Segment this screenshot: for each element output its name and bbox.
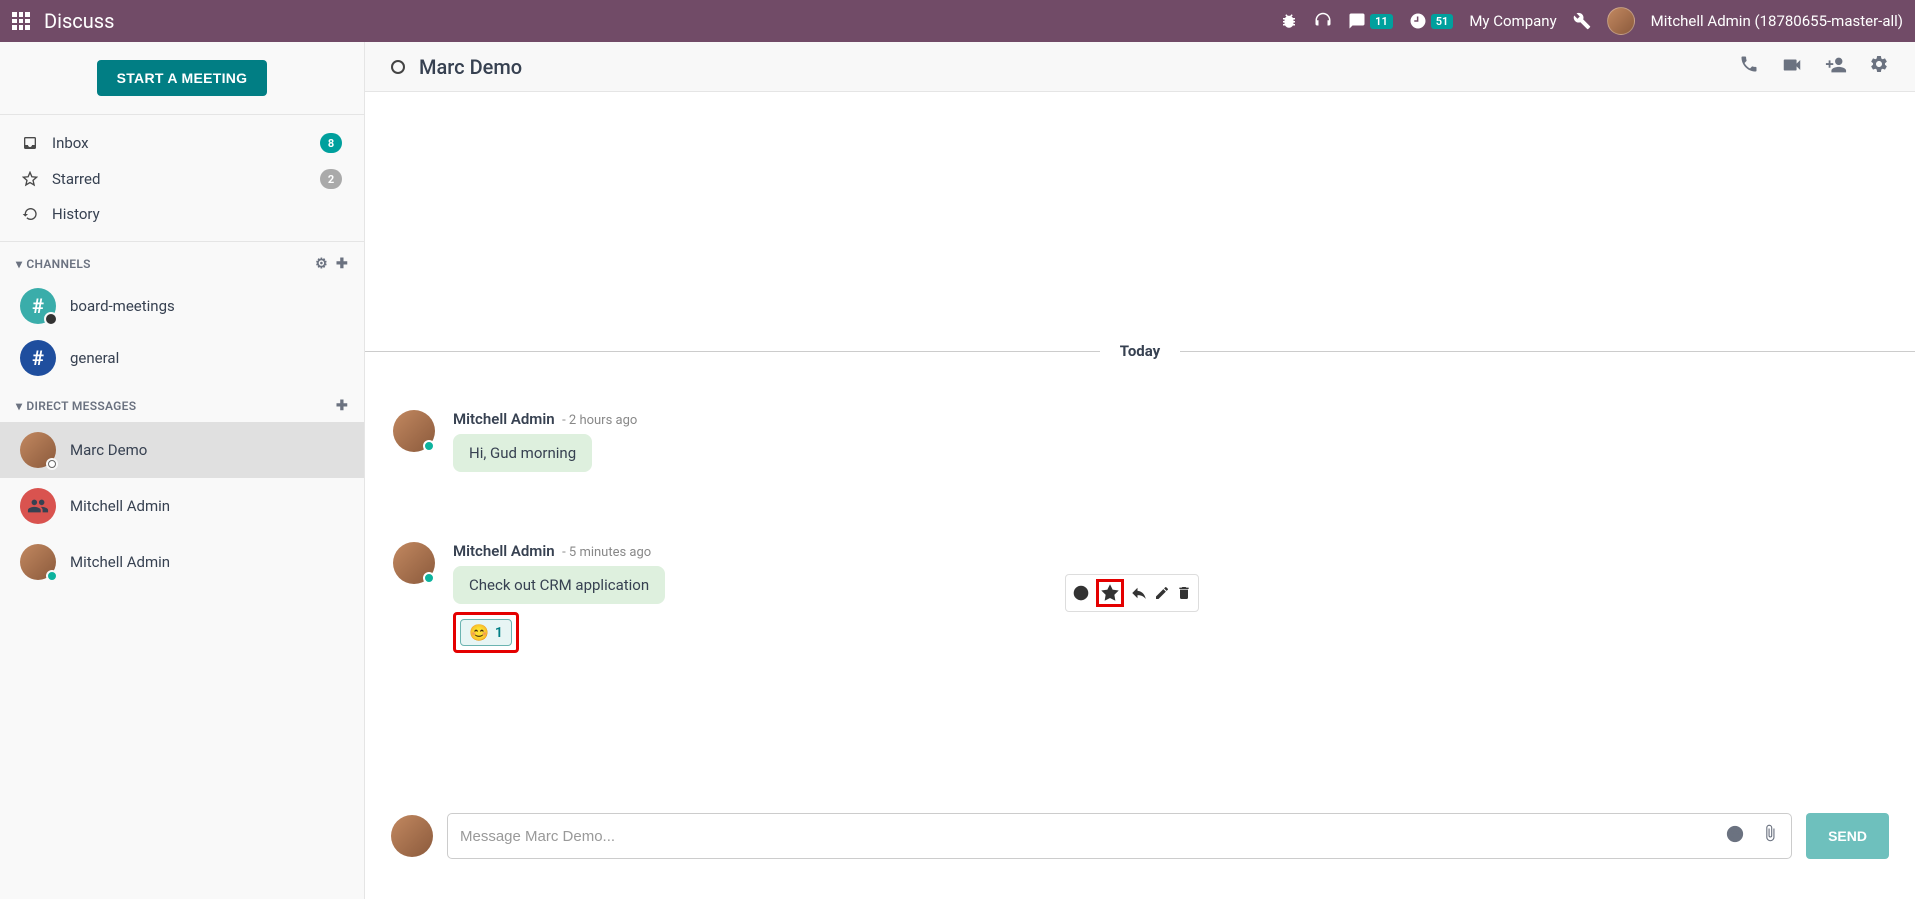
phone-headset-icon[interactable] [1314, 12, 1332, 30]
video-icon[interactable] [1781, 54, 1803, 80]
message-avatar[interactable] [393, 542, 435, 584]
add-user-icon[interactable] [1825, 54, 1847, 80]
inbox-counter: 8 [320, 133, 342, 153]
activities-icon[interactable]: 51 [1409, 12, 1454, 30]
composer-avatar [391, 815, 433, 857]
bug-icon[interactable] [1280, 12, 1298, 30]
mailbox-starred[interactable]: Starred 2 [0, 161, 364, 197]
inbox-icon [22, 135, 42, 151]
dm-section-header: ▾ DIRECT MESSAGES ✚ [0, 384, 364, 422]
chevron-down-icon[interactable]: ▾ [16, 399, 22, 413]
message-time: - 5 minutes ago [562, 545, 651, 560]
channel-item[interactable]: # general [0, 332, 364, 384]
channels-section-header: ▾ CHANNELS ⚙ ✚ [0, 242, 364, 280]
company-name[interactable]: My Company [1469, 12, 1556, 30]
app-title: Discuss [44, 9, 114, 33]
emoji-icon[interactable] [1725, 824, 1745, 849]
status-offline-icon [46, 458, 58, 470]
thread-status-offline-icon [391, 60, 405, 74]
message-row: Mitchell Admin - 5 minutes ago Check out… [365, 532, 1915, 663]
dm-item[interactable]: Mitchell Admin [0, 534, 364, 590]
reaction-highlight: 😊 1 [453, 612, 519, 653]
thread-header: Marc Demo [365, 42, 1915, 92]
send-button[interactable]: SEND [1806, 813, 1889, 859]
channel-avatar: # [20, 340, 56, 376]
globe-icon [44, 312, 58, 326]
gear-icon[interactable] [1869, 54, 1889, 80]
thread-pane: Marc Demo Today Mitchell Admin - 2 hours… [365, 42, 1915, 899]
mailbox-label: Starred [52, 170, 320, 188]
gear-icon[interactable]: ⚙ [315, 256, 328, 272]
message-content: Hi, Gud morning [453, 434, 592, 472]
status-online-icon [46, 570, 58, 582]
mailbox-history[interactable]: History [0, 197, 364, 231]
user-avatar[interactable] [1607, 7, 1635, 35]
reaction-count: 1 [495, 625, 503, 641]
dm-avatar [20, 488, 56, 524]
mailbox-label: History [52, 205, 342, 223]
add-dm-icon[interactable]: ✚ [336, 398, 348, 414]
message-author[interactable]: Mitchell Admin [453, 542, 555, 560]
message-avatar[interactable] [393, 410, 435, 452]
history-icon [22, 206, 42, 222]
add-reaction-icon[interactable] [1072, 584, 1090, 602]
channel-avatar: # [20, 288, 56, 324]
reaction-button[interactable]: 😊 1 [460, 619, 512, 646]
channel-name: general [70, 349, 119, 367]
delete-icon[interactable] [1176, 585, 1192, 601]
date-separator: Today [365, 342, 1915, 360]
call-icon[interactable] [1739, 54, 1759, 80]
mailbox-inbox[interactable]: Inbox 8 [0, 125, 364, 161]
dm-title: DIRECT MESSAGES [26, 399, 336, 413]
message-actions-toolbar [1065, 574, 1199, 612]
sidebar: START A MEETING Inbox 8 Starred 2 Histor… [0, 42, 365, 899]
dm-avatar [20, 432, 56, 468]
starred-counter: 2 [320, 169, 342, 189]
reaction-emoji-icon: 😊 [469, 623, 489, 642]
composer: SEND [365, 793, 1915, 899]
settings-tools-icon[interactable] [1573, 12, 1591, 30]
channel-name: board-meetings [70, 297, 175, 315]
messages-icon[interactable]: 11 [1348, 12, 1393, 30]
channels-title: CHANNELS [26, 257, 315, 271]
message-input[interactable] [460, 828, 1725, 845]
apps-icon[interactable] [12, 12, 30, 30]
edit-icon[interactable] [1154, 585, 1170, 601]
dm-name: Mitchell Admin [70, 497, 170, 515]
status-online-icon [423, 572, 435, 584]
status-online-icon [423, 440, 435, 452]
messages-badge: 11 [1370, 14, 1393, 29]
top-navbar: Discuss 11 51 My Company Mitchell Admin … [0, 0, 1915, 42]
dm-avatar [20, 544, 56, 580]
attachment-icon[interactable] [1761, 824, 1779, 849]
message-author[interactable]: Mitchell Admin [453, 410, 555, 428]
star-icon [22, 171, 42, 187]
message-content: Check out CRM application [453, 566, 665, 604]
message-time: - 2 hours ago [562, 413, 637, 428]
message-row: Mitchell Admin - 2 hours ago Hi, Gud mor… [365, 400, 1915, 482]
star-message-icon[interactable] [1096, 579, 1124, 607]
messages-area: Today Mitchell Admin - 2 hours ago Hi, G… [365, 92, 1915, 793]
dm-name: Mitchell Admin [70, 553, 170, 571]
dm-item[interactable]: Marc Demo [0, 422, 364, 478]
user-name[interactable]: Mitchell Admin (18780655-master-all) [1651, 12, 1903, 30]
activities-badge: 51 [1431, 14, 1454, 29]
channel-item[interactable]: # board-meetings [0, 280, 364, 332]
thread-title: Marc Demo [419, 55, 1739, 79]
add-channel-icon[interactable]: ✚ [336, 256, 348, 272]
chevron-down-icon[interactable]: ▾ [16, 257, 22, 271]
mailbox-label: Inbox [52, 134, 320, 152]
reply-icon[interactable] [1130, 584, 1148, 602]
start-meeting-button[interactable]: START A MEETING [97, 60, 268, 96]
dm-item[interactable]: Mitchell Admin [0, 478, 364, 534]
dm-name: Marc Demo [70, 441, 147, 459]
